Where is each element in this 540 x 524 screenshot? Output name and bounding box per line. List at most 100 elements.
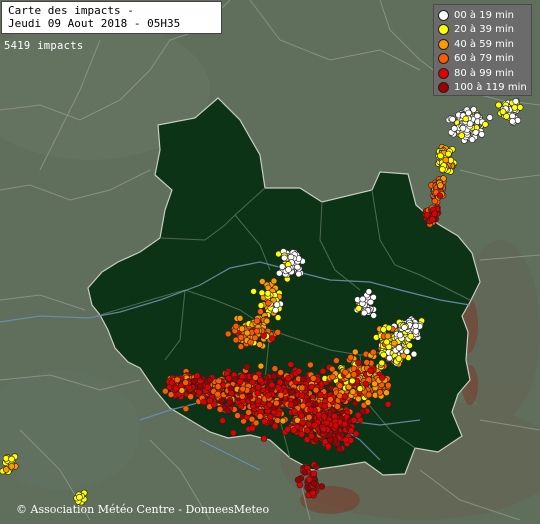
lightning-impact-dot xyxy=(261,436,267,442)
impacts-count: 5419 impacts xyxy=(4,40,83,52)
lightning-impact-dot xyxy=(76,494,82,500)
lightning-impact-dot xyxy=(271,278,277,284)
lightning-impact-dot xyxy=(304,427,310,433)
lightning-impact-dot xyxy=(352,349,358,355)
lightning-impact-dot xyxy=(311,471,317,477)
lightning-impact-dot xyxy=(169,380,175,386)
lightning-impact-dot xyxy=(509,118,515,124)
legend-label: 100 à 119 min xyxy=(454,82,527,93)
lightning-impact-dot xyxy=(438,153,444,159)
lightning-impact-dot xyxy=(379,360,385,366)
lightning-impact-dot xyxy=(385,382,391,388)
lightning-impact-dot xyxy=(258,363,264,369)
lightning-impact-dot xyxy=(443,157,449,163)
lightning-impact-dot xyxy=(396,356,402,362)
legend-label: 80 à 99 min xyxy=(454,68,514,79)
legend-label: 20 à 39 min xyxy=(454,24,514,35)
lightning-impact-dot xyxy=(230,430,236,436)
lightning-impact-dot xyxy=(273,400,279,406)
lightning-impact-dot xyxy=(280,418,286,424)
lightning-impact-dot xyxy=(451,126,457,132)
lightning-impact-dot xyxy=(291,427,297,433)
lightning-impact-dot xyxy=(397,332,403,338)
lightning-impact-dot xyxy=(322,439,328,445)
lightning-impact-dot xyxy=(3,467,9,473)
lightning-impact-dot xyxy=(413,323,419,329)
lightning-impact-dot xyxy=(413,328,419,334)
lightning-impact-dot xyxy=(360,409,366,415)
lightning-impact-dot xyxy=(162,388,168,394)
lightning-impact-dot xyxy=(295,477,301,483)
legend-dot-icon xyxy=(438,10,449,21)
lightning-impact-dot xyxy=(437,183,443,189)
lightning-impact-dot xyxy=(244,364,250,370)
lightning-impact-dot xyxy=(479,131,485,137)
lightning-impact-dot xyxy=(321,426,327,432)
lightning-impact-dot xyxy=(254,318,260,324)
lightning-impact-dot xyxy=(300,420,306,426)
lightning-impact-dot xyxy=(487,115,493,121)
lightning-impact-dot xyxy=(450,116,456,122)
lightning-impact-dot xyxy=(327,396,333,402)
lightning-impact-dot xyxy=(254,328,260,334)
lightning-impact-dot xyxy=(474,113,480,119)
lightning-impact-dot xyxy=(274,302,280,308)
lightning-impact-dot xyxy=(306,421,312,427)
lightning-impact-dot xyxy=(233,323,239,329)
legend-row: 40 à 59 min xyxy=(438,37,527,52)
lightning-impact-dot xyxy=(437,193,443,199)
legend-row: 100 à 119 min xyxy=(438,81,527,96)
lightning-impact-dot xyxy=(366,289,372,295)
lightning-impact-dot xyxy=(312,422,318,428)
lightning-impact-dot xyxy=(377,389,383,395)
lightning-impact-dot xyxy=(515,117,521,123)
lightning-impact-dot xyxy=(432,211,438,217)
lightning-impact-dot xyxy=(278,370,284,376)
lightning-impact-dot xyxy=(329,366,335,372)
lightning-impact-dot xyxy=(385,401,391,407)
lightning-impact-dot xyxy=(276,270,282,276)
lightning-impact-dot xyxy=(198,383,204,389)
lightning-impact-dot xyxy=(310,490,316,496)
lightning-impact-dot xyxy=(259,290,265,296)
lightning-impact-dot xyxy=(217,406,223,412)
lightning-impact-dot xyxy=(295,264,301,270)
lightning-impact-dot xyxy=(322,403,328,409)
lightning-impact-dot xyxy=(257,342,263,348)
lightning-impact-dot xyxy=(364,359,370,365)
lightning-impact-dot xyxy=(237,379,243,385)
lightning-impact-dot xyxy=(299,393,305,399)
lightning-impact-dot xyxy=(357,386,363,392)
lightning-impact-dot xyxy=(391,340,397,346)
lightning-impact-dot xyxy=(439,166,445,172)
lightning-impact-dot xyxy=(320,368,326,374)
lightning-impact-dot xyxy=(337,383,343,389)
lightning-impact-dot xyxy=(460,125,466,131)
lightning-impact-dot xyxy=(471,107,477,113)
lightning-impact-dot xyxy=(407,343,413,349)
lightning-impact-dot xyxy=(333,358,339,364)
lightning-impact-dot xyxy=(258,303,264,309)
map-date: Jeudi 09 Aout 2018 - 05H35 xyxy=(8,17,215,30)
lightning-impact-dot xyxy=(316,412,322,418)
legend-label: 00 à 19 min xyxy=(454,10,514,21)
lightning-impact-dot xyxy=(288,362,294,368)
lightning-impact-dot xyxy=(275,385,281,391)
lightning-impact-dot xyxy=(281,255,287,261)
lightning-impact-dot xyxy=(330,407,336,413)
lightning-impact-dot xyxy=(249,416,255,422)
lightning-impact-dot xyxy=(228,390,234,396)
lightning-impact-dot xyxy=(183,380,189,386)
lightning-impact-dot xyxy=(302,469,308,475)
lightning-impact-dot xyxy=(311,481,317,487)
lightning-impact-dot xyxy=(372,381,378,387)
lightning-impact-dot xyxy=(309,433,315,439)
lightning-impact-dot xyxy=(248,339,254,345)
lightning-impact-dot xyxy=(342,369,348,375)
legend-row: 00 à 19 min xyxy=(438,8,527,23)
lightning-impact-dot xyxy=(308,407,314,413)
lightning-impact-dot xyxy=(328,437,334,443)
lightning-impact-dot xyxy=(275,329,281,335)
lightning-impact-dot xyxy=(267,414,273,420)
lightning-impact-dot xyxy=(238,403,244,409)
